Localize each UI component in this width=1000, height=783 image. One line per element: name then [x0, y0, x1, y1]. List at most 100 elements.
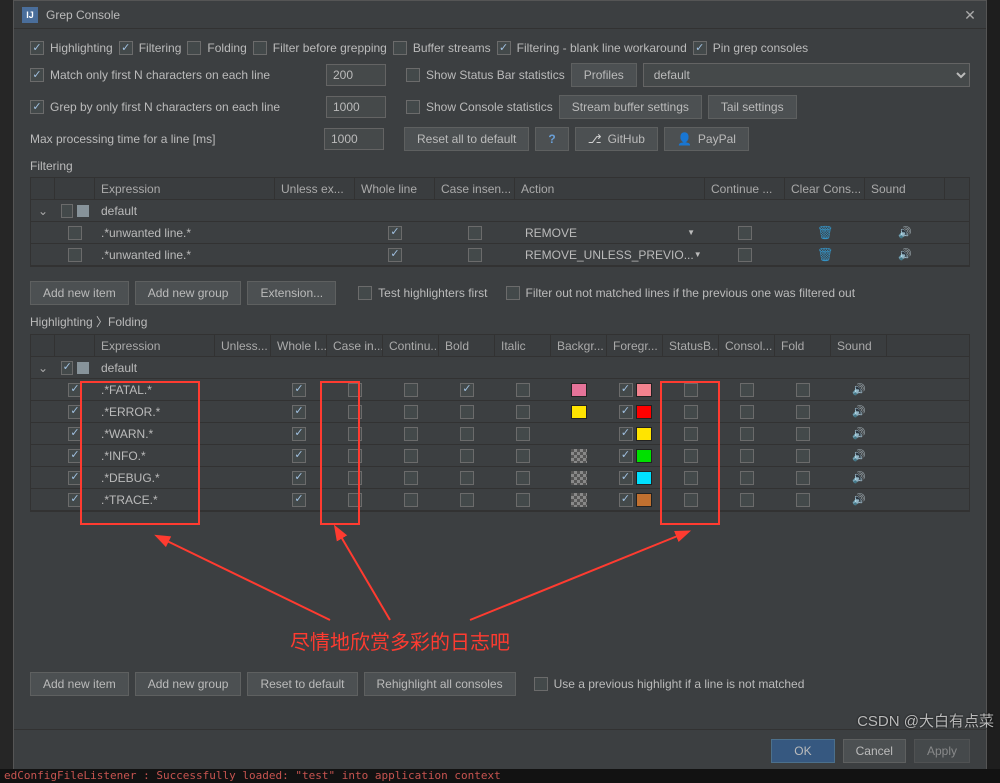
close-icon[interactable]: ✕ — [962, 7, 978, 23]
whole-line-checkbox[interactable] — [388, 226, 402, 240]
whole-line-checkbox[interactable] — [388, 248, 402, 262]
statusbar-checkbox[interactable] — [684, 427, 698, 441]
column-header[interactable]: Action — [515, 178, 705, 199]
table-row[interactable]: .*unwanted line.* REMOVE▼ 🗑 🔊 — [31, 222, 969, 244]
console-checkbox[interactable] — [740, 405, 754, 419]
bold-checkbox[interactable] — [460, 405, 474, 419]
trash-icon[interactable]: 🗑 — [817, 225, 834, 241]
table-row[interactable]: .*TRACE.* 🔊 — [31, 489, 969, 511]
highlight-group-row[interactable]: ⌄ default — [31, 357, 969, 379]
bold-checkbox[interactable] — [460, 471, 474, 485]
table-row[interactable]: .*FATAL.* 🔊 — [31, 379, 969, 401]
paypal-button[interactable]: 👤PayPal — [664, 127, 749, 151]
case-checkbox[interactable] — [348, 449, 362, 463]
fold-checkbox[interactable] — [796, 449, 810, 463]
column-header[interactable]: Expression — [95, 335, 215, 356]
help-button[interactable]: ? — [535, 127, 568, 151]
bg-swatch[interactable] — [571, 383, 587, 397]
filtering-group-row[interactable]: ⌄ default — [31, 200, 969, 222]
trash-icon[interactable]: 🗑 — [817, 247, 834, 263]
test-highlighters-checkbox[interactable] — [358, 286, 372, 300]
console-checkbox[interactable] — [740, 471, 754, 485]
case-checkbox[interactable] — [348, 471, 362, 485]
statusbar-checkbox[interactable] — [684, 383, 698, 397]
whole-line-checkbox[interactable] — [292, 427, 306, 441]
fg-checkbox[interactable] — [619, 493, 633, 507]
statusbar-checkbox[interactable] — [684, 493, 698, 507]
italic-checkbox[interactable] — [516, 449, 530, 463]
case-checkbox[interactable] — [348, 493, 362, 507]
action-select[interactable]: REMOVE▼ — [521, 223, 699, 243]
rehighlight-button[interactable]: Rehighlight all consoles — [364, 672, 516, 696]
use-previous-checkbox[interactable] — [534, 677, 548, 691]
column-header[interactable]: Clear Cons... — [785, 178, 865, 199]
italic-checkbox[interactable] — [516, 471, 530, 485]
continue-checkbox[interactable] — [738, 248, 752, 262]
column-header[interactable]: Expression — [95, 178, 275, 199]
filter-add-item-button[interactable]: Add new item — [30, 281, 129, 305]
expand-icon[interactable]: ⌄ — [37, 361, 49, 375]
table-row[interactable]: .*INFO.* 🔊 — [31, 445, 969, 467]
continue-checkbox[interactable] — [404, 493, 418, 507]
github-button[interactable]: ⎇GitHub — [575, 127, 658, 151]
bg-swatch[interactable] — [571, 471, 587, 485]
table-row[interactable]: .*unwanted line.* REMOVE_UNLESS_PREVIO..… — [31, 244, 969, 266]
italic-checkbox[interactable] — [516, 405, 530, 419]
statusbar-checkbox[interactable] — [684, 471, 698, 485]
row-checkbox[interactable] — [68, 226, 82, 240]
continue-checkbox[interactable] — [404, 471, 418, 485]
match-first-n-checkbox[interactable] — [30, 68, 44, 82]
column-header[interactable]: Whole line — [355, 178, 435, 199]
fg-checkbox[interactable] — [619, 427, 633, 441]
row-checkbox[interactable] — [68, 493, 82, 507]
column-header[interactable]: Continue ... — [705, 178, 785, 199]
whole-line-checkbox[interactable] — [292, 471, 306, 485]
whole-line-checkbox[interactable] — [292, 493, 306, 507]
sound-icon[interactable]: 🔊 — [852, 383, 866, 396]
console-checkbox[interactable] — [740, 449, 754, 463]
continue-checkbox[interactable] — [404, 383, 418, 397]
fg-swatch[interactable] — [636, 493, 652, 507]
column-header[interactable]: Continu... — [383, 335, 439, 356]
italic-checkbox[interactable] — [516, 493, 530, 507]
fg-swatch[interactable] — [636, 471, 652, 485]
sound-icon[interactable]: 🔊 — [898, 248, 912, 261]
case-checkbox[interactable] — [348, 383, 362, 397]
apply-button[interactable]: Apply — [914, 739, 970, 763]
group-checkbox[interactable] — [61, 204, 73, 218]
profiles-button[interactable]: Profiles — [571, 63, 637, 87]
fg-swatch[interactable] — [636, 383, 652, 397]
column-header[interactable]: StatusB... — [663, 335, 719, 356]
column-header[interactable] — [55, 178, 95, 199]
sound-icon[interactable]: 🔊 — [852, 405, 866, 418]
italic-checkbox[interactable] — [516, 383, 530, 397]
fold-checkbox[interactable] — [796, 383, 810, 397]
row-checkbox[interactable] — [68, 405, 82, 419]
sound-icon[interactable]: 🔊 — [852, 427, 866, 440]
table-row[interactable]: .*ERROR.* 🔊 — [31, 401, 969, 423]
row-checkbox[interactable] — [68, 471, 82, 485]
bg-swatch[interactable] — [571, 493, 587, 507]
console-checkbox[interactable] — [740, 493, 754, 507]
table-row[interactable]: .*WARN.* 🔊 — [31, 423, 969, 445]
show-status-checkbox[interactable] — [406, 68, 420, 82]
column-header[interactable]: Sound — [865, 178, 945, 199]
console-checkbox[interactable] — [740, 427, 754, 441]
highlighting-checkbox[interactable] — [30, 41, 44, 55]
filter-out-checkbox[interactable] — [506, 286, 520, 300]
row-checkbox[interactable] — [68, 427, 82, 441]
fold-checkbox[interactable] — [796, 405, 810, 419]
column-header[interactable]: Foregr... — [607, 335, 663, 356]
column-header[interactable]: Unless ex... — [275, 178, 355, 199]
bg-swatch[interactable] — [571, 449, 587, 463]
filter-before-checkbox[interactable] — [253, 41, 267, 55]
folding-checkbox[interactable] — [187, 41, 201, 55]
group-checkbox[interactable] — [61, 361, 73, 375]
column-header[interactable] — [55, 335, 95, 356]
italic-checkbox[interactable] — [516, 427, 530, 441]
continue-checkbox[interactable] — [404, 427, 418, 441]
case-checkbox[interactable] — [468, 226, 482, 240]
bg-swatch[interactable] — [571, 405, 587, 419]
max-time-input[interactable] — [324, 128, 384, 150]
bold-checkbox[interactable] — [460, 427, 474, 441]
